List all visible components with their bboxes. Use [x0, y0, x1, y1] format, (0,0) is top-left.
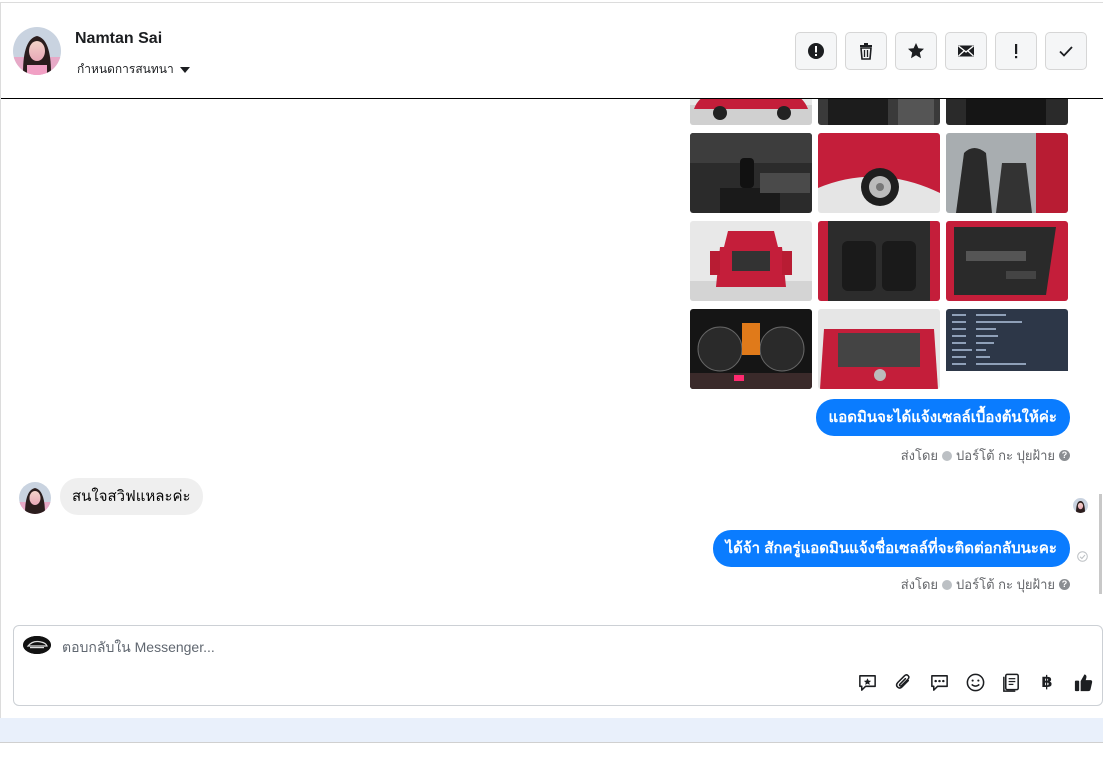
help-icon[interactable]: ? [1059, 579, 1070, 590]
car-photo-engine-bay[interactable] [818, 309, 940, 389]
car-spec-sheet[interactable] [946, 309, 1068, 389]
sent-status-icon [1077, 551, 1088, 562]
check-icon [1059, 46, 1073, 57]
page-badge-icon [942, 450, 953, 461]
messenger-inbox-panel: Namtan Sai กำหนดการสนทนา แอดมินจะได้แจ้ง… [0, 0, 1103, 759]
car-photo-rear-seats[interactable] [818, 221, 940, 301]
chat-dots-icon [930, 674, 948, 691]
message-outgoing[interactable]: ได้จ้า สักครู่แอดมินแจ้งชื่อเซลล์ที่จะติ… [712, 530, 1070, 567]
follow-up-button[interactable] [995, 32, 1037, 70]
car-photo-exterior-front[interactable] [690, 99, 812, 125]
sent-by-sender: ปอร์โต้ กะ ปุยฝ้าย [956, 448, 1055, 463]
emoji-button[interactable] [964, 671, 986, 693]
sent-by-prefix: ส่งโดย [900, 448, 939, 463]
car-photo-front-seats[interactable] [946, 133, 1068, 213]
envelope-icon [958, 45, 974, 57]
like-button[interactable] [1072, 671, 1094, 693]
payment-button[interactable]: ฿ [1036, 671, 1058, 693]
report-spam-button[interactable] [795, 32, 837, 70]
car-photo-interior-floor[interactable] [818, 99, 940, 125]
star-icon [908, 43, 924, 59]
saved-reply-button[interactable] [856, 671, 878, 693]
car-photo-door-panel[interactable] [946, 221, 1068, 301]
delete-button[interactable] [845, 32, 887, 70]
scrollbar[interactable] [1099, 494, 1102, 594]
reply-input[interactable] [62, 636, 662, 658]
mark-done-button[interactable] [1045, 32, 1087, 70]
contact-avatar[interactable] [13, 27, 61, 75]
thumbs-up-icon [1074, 673, 1092, 691]
assign-conversation-label: กำหนดการสนทนา [77, 62, 174, 76]
contact-avatar-small [19, 482, 51, 514]
attach-button[interactable] [892, 671, 914, 693]
paperclip-icon [895, 673, 910, 689]
trash-icon [860, 43, 872, 60]
car-photo-interior-dark[interactable] [946, 99, 1068, 125]
catalog-button[interactable] [1000, 671, 1022, 693]
car-photo-gear-shift[interactable] [690, 133, 812, 213]
page-badge-icon [942, 579, 953, 590]
chat-star-icon [858, 674, 876, 691]
mark-unread-button[interactable] [945, 32, 987, 70]
baht-icon: ฿ [1041, 674, 1053, 691]
page-logo-icon [23, 636, 51, 654]
sent-by-label: ส่งโดย ปอร์โต้ กะ ปุยฝ้าย ? [901, 574, 1070, 595]
sent-by-label: ส่งโดย ปอร์โต้ กะ ปุยฝ้าย ? [901, 445, 1070, 466]
message-thread[interactable]: แอดมินจะได้แจ้งเซลล์เบื้องต้นให้ค่ะ ส่งโ… [1, 99, 1102, 619]
message-incoming[interactable]: สนใจสวิฟแหละค่ะ [60, 478, 203, 515]
contact-name[interactable]: Namtan Sai [75, 30, 162, 48]
conversation-header: Namtan Sai กำหนดการสนทนา [1, 3, 1103, 99]
help-icon[interactable]: ? [1059, 450, 1070, 461]
sent-by-sender: ปอร์โต้ กะ ปุยฝ้าย [956, 577, 1055, 592]
smiley-icon [966, 673, 984, 691]
car-photo-wheel[interactable] [818, 133, 940, 213]
reply-composer: ฿ [13, 625, 1103, 706]
alert-circle-icon [808, 43, 824, 59]
quick-replies-button[interactable] [928, 671, 950, 693]
caret-down-icon [179, 66, 190, 73]
message-outgoing[interactable]: แอดมินจะได้แจ้งเซลล์เบื้องต้นให้ค่ะ [815, 399, 1070, 436]
sent-by-prefix: ส่งโดย [900, 577, 939, 592]
page-divider [0, 742, 1103, 743]
conversation-toolbar [795, 32, 1087, 70]
star-button[interactable] [895, 32, 937, 70]
composer-toolbar: ฿ [856, 671, 1094, 693]
page-background-band [0, 718, 1103, 742]
assign-conversation-dropdown[interactable]: กำหนดการสนทนา [77, 60, 190, 79]
seen-by-avatar [1073, 498, 1088, 513]
car-photo-dashboard-gauges[interactable] [690, 309, 812, 389]
car-photo-rear-open[interactable] [690, 221, 812, 301]
exclamation-icon [1015, 44, 1018, 59]
book-icon [1002, 673, 1019, 692]
